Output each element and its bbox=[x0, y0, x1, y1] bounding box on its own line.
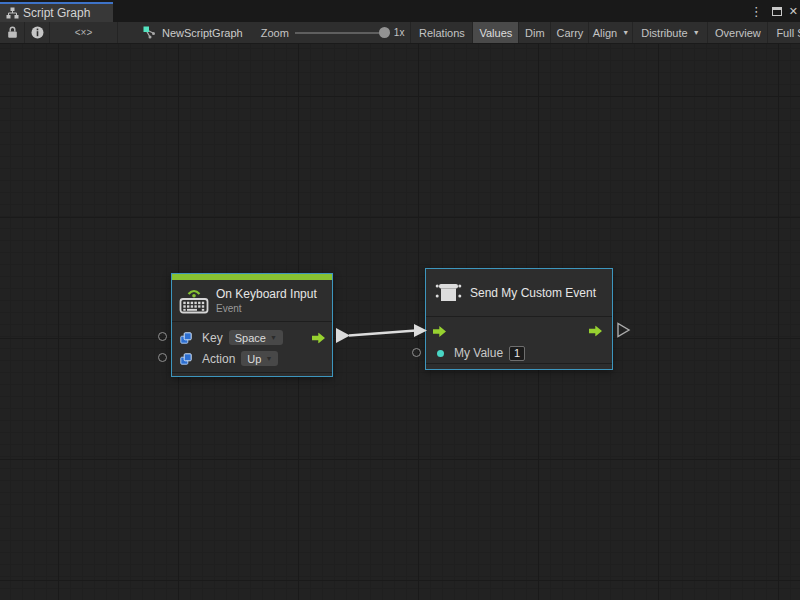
close-icon[interactable]: ✕ bbox=[789, 6, 798, 17]
chevron-down-icon: ▼ bbox=[622, 29, 629, 36]
value-port-dot-icon bbox=[437, 350, 444, 357]
distribute-button[interactable]: Distribute▼ bbox=[633, 22, 708, 44]
lock-button[interactable] bbox=[0, 22, 25, 44]
key-dropdown[interactable]: Space ▼ bbox=[229, 330, 283, 345]
connection-start-arrow bbox=[336, 328, 350, 343]
overview-button[interactable]: Overview bbox=[708, 22, 768, 44]
fullscreen-button[interactable]: Full S bbox=[768, 22, 800, 44]
graph-name: NewScriptGraph bbox=[162, 27, 243, 39]
flow-continue-arrow-icon[interactable] bbox=[618, 324, 629, 337]
connection-layer bbox=[0, 44, 800, 600]
script-graph-window: Script Graph ⋮ ✕ <×> bbox=[0, 0, 800, 600]
lock-icon bbox=[7, 26, 18, 39]
action-dropdown[interactable]: Up ▼ bbox=[241, 351, 278, 366]
graph-toolbar: <×> NewScriptGraph Zoom 1x Relations Val… bbox=[0, 22, 800, 44]
kebab-menu-icon[interactable]: ⋮ bbox=[748, 5, 765, 18]
connection-wire[interactable] bbox=[349, 331, 416, 336]
node-title: Send My Custom Event bbox=[470, 286, 596, 300]
my-value-input[interactable]: 1 bbox=[509, 346, 525, 361]
info-icon bbox=[31, 26, 44, 39]
node-title: On Keyboard Input bbox=[216, 287, 317, 301]
port-label: Key bbox=[202, 331, 223, 345]
enum-value-icon bbox=[180, 353, 192, 365]
dim-button[interactable]: Dim bbox=[519, 22, 551, 44]
info-button[interactable] bbox=[25, 22, 50, 44]
flow-input-arrow-icon[interactable] bbox=[433, 326, 446, 337]
port-row-flow bbox=[426, 320, 612, 342]
input-port-my-value[interactable] bbox=[412, 348, 421, 357]
port-row-action: Action Up ▼ bbox=[172, 348, 332, 369]
flow-output-arrow-icon[interactable] bbox=[589, 326, 602, 337]
values-button[interactable]: Values bbox=[473, 22, 519, 44]
custom-event-icon bbox=[434, 278, 463, 307]
node-subtitle: Event bbox=[216, 303, 317, 314]
input-port-action[interactable] bbox=[158, 353, 167, 362]
hierarchy-icon bbox=[6, 7, 19, 19]
enum-value-icon bbox=[180, 332, 192, 344]
chevron-down-icon: ▼ bbox=[693, 29, 700, 36]
maximize-icon[interactable] bbox=[772, 7, 782, 16]
graph-asset-button[interactable]: NewScriptGraph bbox=[143, 26, 243, 39]
align-button[interactable]: Align▼ bbox=[589, 22, 633, 44]
flow-output-arrow-icon[interactable] bbox=[312, 332, 325, 343]
chevron-down-icon: ▼ bbox=[270, 334, 277, 341]
zoom-label: Zoom bbox=[261, 27, 289, 39]
node-on-keyboard-input[interactable]: On Keyboard Input Event Key Space ▼ bbox=[171, 273, 333, 377]
toolbar-buttons: Relations Values Dim Carry Align▼ Distri… bbox=[410, 22, 800, 44]
relations-button[interactable]: Relations bbox=[411, 22, 473, 44]
input-port-key[interactable] bbox=[158, 332, 167, 341]
port-row-my-value: My Value 1 bbox=[426, 342, 612, 364]
zoom-slider-handle[interactable] bbox=[379, 27, 390, 38]
chevron-down-icon: ▼ bbox=[265, 355, 272, 362]
code-icon: <×> bbox=[75, 27, 93, 38]
node-send-my-custom-event[interactable]: Send My Custom Event My Value bbox=[425, 268, 613, 370]
port-label: Action bbox=[202, 352, 235, 366]
keyboard-icon bbox=[179, 287, 209, 314]
port-label: My Value bbox=[454, 346, 503, 360]
graph-canvas[interactable]: On Keyboard Input Event Key Space ▼ bbox=[0, 44, 800, 600]
zoom-value: 1x bbox=[394, 27, 405, 38]
tab-bar: Script Graph ⋮ ✕ bbox=[0, 0, 800, 22]
zoom-slider-track bbox=[295, 32, 390, 34]
tab-label: Script Graph bbox=[23, 6, 90, 20]
carry-button[interactable]: Carry bbox=[551, 22, 589, 44]
tab-script-graph[interactable]: Script Graph bbox=[0, 0, 113, 22]
script-graph-asset-icon bbox=[143, 26, 156, 39]
code-preview-button[interactable]: <×> bbox=[50, 22, 118, 44]
port-row-key: Key Space ▼ bbox=[172, 327, 332, 348]
zoom-slider[interactable] bbox=[295, 22, 390, 44]
